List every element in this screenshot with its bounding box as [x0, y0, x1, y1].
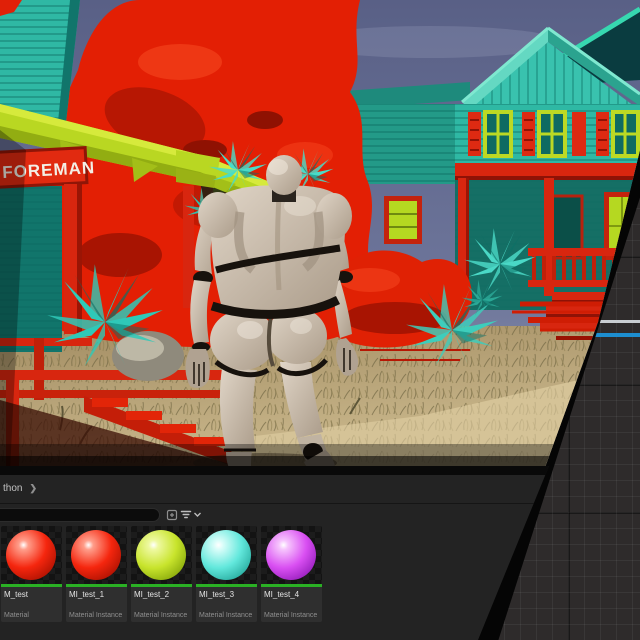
asset-type: Material [4, 612, 29, 619]
porch-beam [455, 163, 640, 178]
asset-tile[interactable]: M_test Material [1, 526, 62, 622]
breadcrumb[interactable]: thon ❯ [3, 483, 37, 494]
material-sphere [201, 530, 251, 580]
material-sphere [266, 530, 316, 580]
asset-name: M_test [1, 587, 62, 599]
asset-thumbnail [66, 526, 127, 584]
content-browser-top-strip [0, 466, 640, 475]
asset-tile[interactable]: MI_test_1 Material Instance [66, 526, 127, 622]
material-sphere [71, 530, 121, 580]
boulder [112, 331, 184, 381]
chevron-down-icon[interactable] [193, 510, 202, 519]
search-input[interactable] [0, 508, 160, 522]
editor-window: FOREMAN [0, 0, 640, 640]
viewport-scene: FOREMAN [0, 0, 640, 470]
asset-name: MI_test_3 [196, 587, 257, 599]
asset-name: MI_test_4 [261, 587, 322, 599]
breadcrumb-folder-label[interactable]: thon [3, 483, 22, 494]
material-sphere [6, 530, 56, 580]
filter-icon[interactable] [180, 509, 192, 521]
asset-type: Material Instance [134, 612, 187, 619]
viewport-3d[interactable]: FOREMAN [0, 0, 640, 470]
asset-name: MI_test_2 [131, 587, 192, 599]
asset-tile[interactable]: MI_test_3 Material Instance [196, 526, 257, 622]
material-sphere [136, 530, 186, 580]
asset-tile[interactable]: MI_test_2 Material Instance [131, 526, 192, 622]
asset-thumbnail [1, 526, 62, 584]
house-window-lower-left [384, 196, 422, 244]
asset-thumbnail [196, 526, 257, 584]
asset-type: Material Instance [264, 612, 317, 619]
save-search-icon[interactable] [166, 509, 178, 521]
asset-thumbnail [261, 526, 322, 584]
house-windows-upper [468, 110, 640, 158]
asset-type: Material Instance [69, 612, 122, 619]
asset-thumbnail [131, 526, 192, 584]
asset-type: Material Instance [199, 612, 252, 619]
chevron-right-icon: ❯ [29, 483, 37, 494]
asset-name: MI_test_1 [66, 587, 127, 599]
asset-tile[interactable]: MI_test_4 Material Instance [261, 526, 322, 622]
